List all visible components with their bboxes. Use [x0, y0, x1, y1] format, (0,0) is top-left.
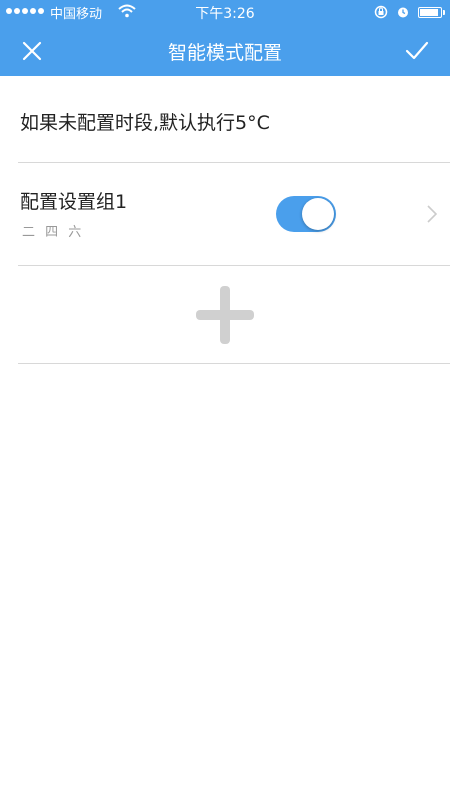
rotation-lock-icon [374, 5, 388, 19]
top-bar: 中国移动 下午3:26 智能模式配置 [0, 0, 450, 76]
status-bar: 中国移动 下午3:26 [0, 0, 450, 26]
add-group-button[interactable] [0, 266, 450, 363]
group-enable-toggle[interactable] [276, 196, 336, 232]
check-icon[interactable] [404, 38, 430, 64]
nav-bar: 智能模式配置 [0, 26, 450, 76]
list-item-group[interactable]: 配置设置组1 二 四 六 [0, 163, 450, 265]
toggle-knob [302, 198, 334, 230]
divider [18, 363, 450, 364]
group-name: 配置设置组1 [20, 191, 128, 213]
default-temperature-note: 如果未配置时段,默认执行5°C [20, 112, 270, 134]
alarm-icon [398, 7, 408, 18]
group-days: 二 四 六 [22, 225, 85, 240]
battery-icon [418, 6, 445, 18]
plus-icon [196, 286, 254, 344]
page-title: 智能模式配置 [167, 42, 282, 64]
chevron-right-icon [427, 205, 438, 223]
